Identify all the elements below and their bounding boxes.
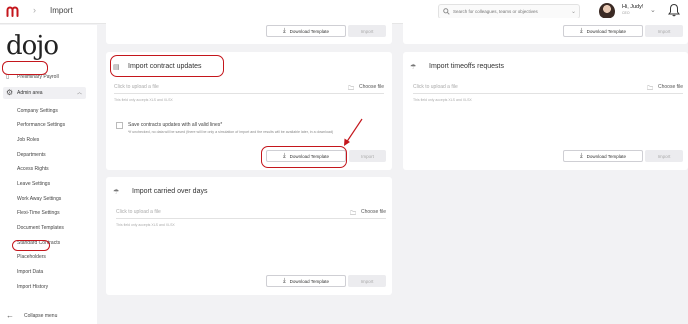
sidebar-item-work-away-settings[interactable]: Work Away Settings: [17, 196, 61, 202]
gear-icon: ⚙: [6, 88, 14, 97]
download-icon: ⤓: [579, 152, 583, 159]
chevron-up-icon: ︿: [77, 90, 83, 96]
umbrella-icon: ☂: [113, 189, 120, 196]
sidebar-item-document-templates[interactable]: Document Templates: [17, 225, 64, 231]
upload-placeholder: Click to upload a file: [114, 84, 159, 90]
search-box[interactable]: ⌄: [438, 4, 580, 19]
sidebar-item-import-history[interactable]: Import History: [17, 284, 48, 290]
card-previous-left: ⤓ Download Template Import: [106, 18, 392, 44]
import-button[interactable]: Import: [348, 275, 386, 287]
download-icon: ⤓: [282, 27, 286, 34]
card-previous-right: ⤓ Download Template Import: [403, 18, 688, 44]
collapse-menu-button[interactable]: ← Collapse menu: [6, 310, 58, 320]
card-import-timeoffs-requests: ☂ Import timeoffs requests Click to uplo…: [403, 52, 688, 170]
user-greeting[interactable]: Hi, Judy! CEO: [622, 4, 643, 16]
sidebar-item-admin-area[interactable]: ⚙ Admin area ︿: [3, 87, 86, 99]
choose-file-link[interactable]: Choose file: [359, 84, 384, 90]
folder-icon: 🗀: [347, 86, 354, 92]
user-menu-chevron-icon[interactable]: ⌄: [650, 6, 656, 14]
download-template-button[interactable]: ⤓ Download Template: [563, 150, 643, 162]
file-upload-field[interactable]: Click to upload a file 🗀 Choose file: [114, 84, 384, 94]
file-upload-field[interactable]: Click to upload a file 🗀 Choose file: [413, 84, 683, 94]
dojo-logo-icon[interactable]: [6, 5, 19, 18]
sidebar-item-access-rights[interactable]: Access Rights: [17, 166, 49, 172]
search-input[interactable]: [453, 9, 569, 14]
search-scope-chevron-icon[interactable]: ⌄: [571, 8, 576, 15]
sidebar-item-admin-area-label: Admin area: [17, 90, 43, 96]
sidebar-item-performance-settings[interactable]: Performance Settings: [17, 122, 65, 128]
choose-file-link[interactable]: Choose file: [361, 209, 386, 215]
brand-logo[interactable]: dojo: [6, 31, 59, 61]
upload-placeholder: Click to upload a file: [413, 84, 458, 90]
annotation-highlight-download-template: [261, 146, 347, 168]
user-role: CEO: [622, 11, 630, 15]
download-template-label: Download Template: [586, 153, 627, 159]
sidebar-item-company-settings[interactable]: Company Settings: [17, 108, 58, 114]
download-template-label: Download Template: [289, 278, 330, 284]
file-format-hint: This field only accepts XLS and XLSX: [114, 98, 173, 102]
sidebar-item-job-roles[interactable]: Job Roles: [17, 137, 39, 143]
sidebar-item-flexi-time-settings[interactable]: Flexi-Time Settings: [17, 210, 60, 216]
sidebar-item-departments[interactable]: Departments: [17, 152, 46, 158]
choose-file-link[interactable]: Choose file: [658, 84, 683, 90]
annotation-highlight-import-data: [12, 240, 50, 251]
card-title: Import timeoffs requests: [429, 63, 504, 70]
folder-icon: 🗀: [646, 86, 653, 92]
file-upload-field[interactable]: Click to upload a file 🗀 Choose file: [116, 209, 386, 219]
bell-icon[interactable]: [668, 3, 680, 17]
annotation-highlight-card-title: [110, 55, 224, 77]
card-title: Import carried over days: [132, 188, 208, 195]
folder-icon: 🗀: [349, 211, 356, 217]
download-template-label: Download Template: [289, 28, 330, 34]
import-button[interactable]: Import: [645, 150, 683, 162]
download-icon: ⤓: [579, 27, 583, 34]
breadcrumb-separator: ›: [33, 5, 36, 15]
download-template-button[interactable]: ⤓ Download Template: [563, 25, 643, 37]
upload-placeholder: Click to upload a file: [116, 209, 161, 215]
arrow-left-icon: ←: [6, 311, 14, 320]
search-icon: [443, 8, 450, 15]
import-button[interactable]: Import: [349, 150, 386, 162]
import-button[interactable]: Import: [348, 25, 386, 37]
card-import-carried-over-days: ☂ Import carried over days Click to uplo…: [106, 177, 392, 295]
file-format-hint: This field only accepts XLS and XLSX: [116, 223, 175, 227]
sidebar-item-placeholders[interactable]: Placeholders: [17, 254, 46, 260]
save-valid-lines-checkbox[interactable]: [116, 122, 123, 129]
download-template-label: Download Template: [586, 28, 627, 34]
download-template-button[interactable]: ⤓ Download Template: [266, 25, 346, 37]
save-valid-lines-label: Save contracts updates with all valid li…: [128, 122, 223, 128]
download-template-button[interactable]: ⤓ Download Template: [266, 275, 346, 287]
umbrella-icon: ☂: [410, 64, 417, 71]
sidebar-item-import-data[interactable]: Import Data: [17, 269, 43, 275]
breadcrumb[interactable]: Import: [50, 6, 73, 15]
file-format-hint: This field only accepts XLS and XLSX: [413, 98, 472, 102]
collapse-menu-label: Collapse menu: [24, 313, 58, 319]
download-icon: ⤓: [282, 277, 286, 284]
sidebar-item-leave-settings[interactable]: Leave Settings: [17, 181, 50, 187]
import-button[interactable]: Import: [645, 25, 683, 37]
save-valid-lines-note: *if unchecked, no data will be saved (th…: [128, 130, 334, 134]
annotation-highlight-admin-area: [2, 61, 48, 75]
